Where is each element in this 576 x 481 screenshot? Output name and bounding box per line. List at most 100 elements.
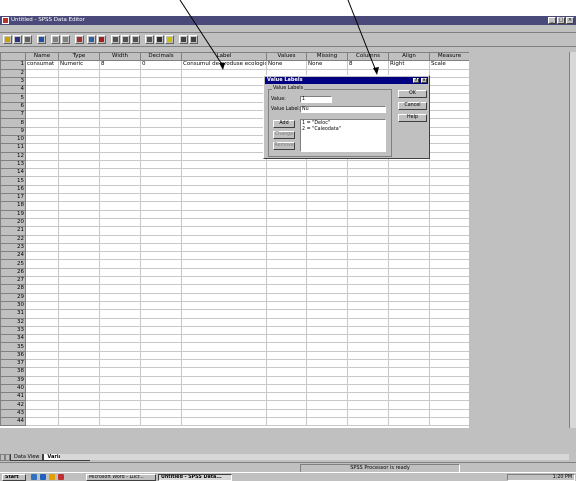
row-number[interactable]: 8 xyxy=(0,118,26,128)
cell-label[interactable] xyxy=(181,151,267,161)
cell-values[interactable] xyxy=(266,400,307,410)
cell-align[interactable] xyxy=(388,317,430,327)
row-number[interactable]: 6 xyxy=(0,101,26,112)
cell-name[interactable] xyxy=(25,358,59,369)
cell-label[interactable] xyxy=(181,176,267,186)
cell-type[interactable] xyxy=(58,101,100,112)
cell-width[interactable] xyxy=(99,217,141,228)
cell-measure[interactable] xyxy=(429,217,469,228)
cell-decimals[interactable] xyxy=(140,209,182,219)
cell-decimals[interactable] xyxy=(140,168,182,178)
row-number[interactable]: 16 xyxy=(0,184,26,195)
open-icon[interactable] xyxy=(3,35,12,44)
split-file-icon[interactable] xyxy=(145,35,154,44)
quicklaunch-browser-icon[interactable] xyxy=(40,474,46,480)
cell-name[interactable] xyxy=(25,176,59,186)
row-number[interactable]: 37 xyxy=(0,358,26,369)
cell-measure[interactable] xyxy=(429,159,469,170)
column-header-columns[interactable]: Columns xyxy=(347,52,389,62)
cell-measure[interactable] xyxy=(429,85,469,95)
row-number[interactable]: 43 xyxy=(0,408,26,419)
cell-width[interactable] xyxy=(99,367,141,377)
cell-columns[interactable] xyxy=(347,217,389,228)
row-number[interactable]: 13 xyxy=(0,159,26,170)
cell-missing[interactable] xyxy=(306,193,348,203)
cell-values[interactable] xyxy=(266,242,307,253)
cell-align[interactable] xyxy=(388,417,430,427)
cell-columns[interactable] xyxy=(347,367,389,377)
cell-values[interactable] xyxy=(266,159,307,170)
cell-measure[interactable] xyxy=(429,300,469,311)
cell-align[interactable] xyxy=(388,193,430,203)
cell-name[interactable] xyxy=(25,309,59,319)
value-labels-list[interactable]: 1 = "Deloc" 2 = "Caleodata" xyxy=(300,119,386,152)
cell-type[interactable] xyxy=(58,217,100,228)
cell-columns[interactable] xyxy=(347,375,389,385)
cell-measure[interactable] xyxy=(429,209,469,219)
cell-type[interactable] xyxy=(58,242,100,253)
cell-columns[interactable] xyxy=(347,159,389,170)
row-number[interactable]: 18 xyxy=(0,201,26,211)
cell-columns[interactable] xyxy=(347,400,389,410)
cell-name[interactable] xyxy=(25,151,59,161)
cell-values[interactable] xyxy=(266,184,307,195)
cell-name[interactable] xyxy=(25,408,59,419)
maximize-button[interactable]: □ xyxy=(557,17,565,24)
cell-width[interactable] xyxy=(99,267,141,278)
cell-missing[interactable] xyxy=(306,251,348,261)
cell-label[interactable] xyxy=(181,325,267,336)
cell-type[interactable] xyxy=(58,284,100,294)
column-header-missing[interactable]: Missing xyxy=(306,52,348,62)
cell-name[interactable] xyxy=(25,259,59,269)
cell-decimals[interactable] xyxy=(140,101,182,112)
cell-missing[interactable] xyxy=(306,242,348,253)
cell-columns[interactable] xyxy=(347,342,389,352)
column-header-name[interactable]: Name xyxy=(25,52,59,62)
row-number[interactable]: 33 xyxy=(0,325,26,336)
cell-type[interactable] xyxy=(58,209,100,219)
cell-type[interactable] xyxy=(58,93,100,103)
cell-values[interactable] xyxy=(266,300,307,311)
dialog-recall-icon[interactable] xyxy=(37,35,46,44)
cell-align[interactable] xyxy=(388,350,430,361)
insert-variable-icon[interactable] xyxy=(131,35,140,44)
cell-width[interactable] xyxy=(99,358,141,369)
cell-name[interactable] xyxy=(25,400,59,410)
cell-decimals[interactable] xyxy=(140,76,182,87)
cell-name[interactable] xyxy=(25,342,59,352)
cell-missing[interactable] xyxy=(306,334,348,344)
cell-values[interactable] xyxy=(266,309,307,319)
cell-label[interactable] xyxy=(181,85,267,95)
cell-name[interactable] xyxy=(25,317,59,327)
cell-type[interactable] xyxy=(58,234,100,244)
cell-name[interactable] xyxy=(25,300,59,311)
row-number[interactable]: 44 xyxy=(0,417,26,427)
cell-name[interactable] xyxy=(25,217,59,228)
tab-data-view[interactable]: Data View xyxy=(10,454,44,461)
cell-measure[interactable] xyxy=(429,184,469,195)
cell-measure[interactable] xyxy=(429,267,469,278)
cell-missing[interactable] xyxy=(306,342,348,352)
cell-align[interactable] xyxy=(388,251,430,261)
cell-width[interactable] xyxy=(99,292,141,302)
cell-label[interactable] xyxy=(181,342,267,352)
cell-type[interactable] xyxy=(58,408,100,419)
cell-measure[interactable] xyxy=(429,110,469,120)
cell-values[interactable] xyxy=(266,342,307,352)
cell-measure[interactable] xyxy=(429,68,469,78)
row-number[interactable]: 31 xyxy=(0,309,26,319)
row-number[interactable]: 39 xyxy=(0,375,26,385)
cell-decimals[interactable] xyxy=(140,375,182,385)
cell-decimals[interactable] xyxy=(140,292,182,302)
cell-values[interactable] xyxy=(266,317,307,327)
cell-decimals[interactable] xyxy=(140,159,182,170)
cell-width[interactable] xyxy=(99,143,141,153)
cell-decimals[interactable] xyxy=(140,408,182,419)
cell-missing[interactable] xyxy=(306,325,348,336)
cell-decimals[interactable] xyxy=(140,201,182,211)
cell-values[interactable] xyxy=(266,234,307,244)
cell-type[interactable] xyxy=(58,184,100,195)
cell-label[interactable] xyxy=(181,292,267,302)
column-header-decimals[interactable]: Decimals xyxy=(140,52,182,62)
cell-name[interactable] xyxy=(25,392,59,402)
